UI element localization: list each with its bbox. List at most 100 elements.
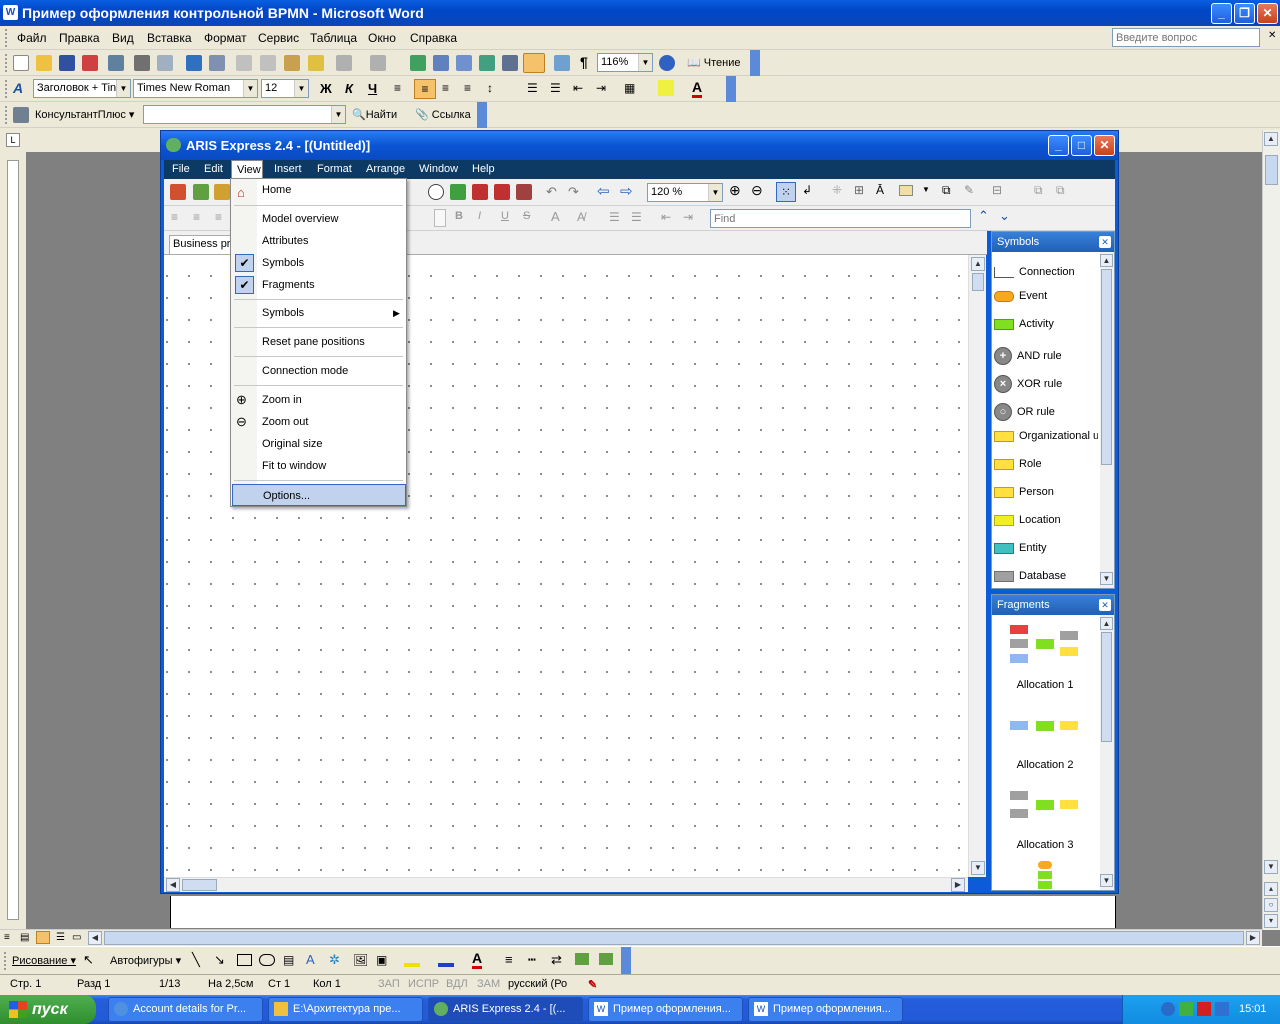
scroll-down-icon[interactable]: ▼ [1100,874,1113,887]
grip-handle[interactable] [5,54,8,72]
text-format-icon[interactable]: Ā [876,183,884,197]
symbol-location[interactable]: Location [994,509,1098,531]
document-map-icon[interactable] [554,55,570,71]
forward-icon[interactable]: ⇨ [620,182,633,200]
highlight-icon[interactable] [658,80,674,96]
export-icon[interactable] [450,184,466,200]
open-icon[interactable] [36,55,52,71]
menu-item-attributes[interactable]: Attributes [232,230,405,252]
fill-dropdown-icon[interactable]: ▼ [922,185,930,194]
task-word-2[interactable]: W Пример оформления... [748,997,903,1022]
find-next-icon[interactable]: ⌄ [999,208,1010,224]
underline-button[interactable]: Ч [368,81,377,96]
picture-icon[interactable]: ▣ [376,953,387,967]
zoom-combo[interactable]: 116% ▼ [597,53,653,72]
oval-icon[interactable] [259,954,275,966]
font-size-combo[interactable]: 12 ▼ [261,79,309,98]
permission-icon[interactable] [82,55,98,71]
scroll-right-icon[interactable]: ▶ [1246,931,1260,945]
autoshapes-menu[interactable]: Автофигуры ▾ [110,954,181,967]
help-icon[interactable] [659,55,675,71]
aris-menu-view[interactable]: View [231,160,263,179]
symbol-or-rule[interactable]: ○ OR rule [994,401,1098,423]
tray-network-icon[interactable] [1215,1002,1229,1016]
styles-icon[interactable]: A [13,80,23,96]
find-prev-icon[interactable]: ⌃ [978,208,989,224]
scroll-thumb[interactable] [1265,155,1278,185]
decrease-indent-icon[interactable]: ⇤ [661,210,671,224]
3d-icon[interactable] [599,953,613,965]
model-tab[interactable]: Business pro [169,235,239,254]
aris-menu-insert[interactable]: Insert [274,160,302,179]
status-ovr[interactable]: ЗАМ [477,978,500,990]
next-page-icon[interactable]: ▾ [1264,914,1278,928]
maximize-icon[interactable]: □ [1071,135,1092,156]
increase-indent-icon[interactable]: ⇥ [683,210,693,224]
insert-table-icon[interactable] [456,55,472,71]
symbol-event[interactable]: Event [994,285,1098,307]
email-icon[interactable] [108,55,124,71]
group-icon[interactable]: ⧉ [1034,183,1043,198]
symbol-database[interactable]: Database [994,565,1098,587]
diagram-icon[interactable]: ✲ [329,952,340,968]
allocation-2-preview[interactable] [1010,719,1082,733]
save-icon[interactable] [59,55,75,71]
canvas-vscroll[interactable]: ▲ ▼ [968,255,986,877]
line-style-icon[interactable]: ≡ [505,952,513,967]
symbol-org-unit[interactable]: Organizational ui [994,425,1098,447]
maximize-icon[interactable]: ❐ [1234,3,1255,24]
grid-icon[interactable]: ⁙ [776,182,796,202]
scroll-left-icon[interactable]: ◀ [166,878,180,892]
allocation-3-preview[interactable] [1010,791,1082,827]
grip-handle[interactable] [5,29,8,47]
fragments-scrollbar[interactable]: ▲ ▼ [1100,615,1114,890]
connection-mode-icon[interactable]: ↲ [802,183,812,197]
scroll-up-icon[interactable]: ▲ [1100,617,1113,630]
numbering-icon[interactable]: ☰ [609,210,620,224]
link-button[interactable]: 📎 Ссылка [415,108,471,121]
normal-view-icon[interactable]: ≡ [4,932,10,943]
grip-handle[interactable] [5,106,8,124]
reading-button[interactable]: 📖 Чтение [687,56,740,69]
menu-window[interactable]: Окно [368,26,396,50]
symbol-activity[interactable]: Activity [994,313,1098,335]
scroll-up-icon[interactable]: ▲ [1264,132,1278,146]
task-explorer[interactable]: E:\Архитектура пре... [268,997,423,1022]
font-color-icon[interactable]: A [551,209,560,224]
line-color-icon[interactable] [438,953,454,967]
undo-icon[interactable]: ↶ [546,184,557,200]
tables-borders-icon[interactable] [433,55,449,71]
browse-object-icon[interactable]: ○ [1264,898,1278,912]
align-left-icon[interactable]: ≡ [171,210,178,224]
justify-icon[interactable]: ≡ [464,81,471,95]
menu-item-zoom-in[interactable]: ⊕ Zoom in [232,389,405,411]
zoom-in-icon[interactable]: ⊕ [729,182,741,199]
align-center-icon[interactable]: ≡ [414,79,436,99]
symbols-scrollbar[interactable]: ▲ ▼ [1100,252,1114,588]
print-preview-icon[interactable] [157,55,173,71]
print-icon[interactable] [516,184,532,200]
menu-item-fragments-pane[interactable]: ✔ Fragments [232,274,405,296]
menu-item-fit-to-window[interactable]: Fit to window [232,455,405,477]
menu-item-zoom-out[interactable]: ⊖ Zoom out [232,411,405,433]
status-rec[interactable]: ЗАП [378,978,400,990]
web-view-icon[interactable]: ▤ [20,932,29,943]
drawing-menu[interactable]: Рисование ▾ [12,954,76,967]
start-button[interactable]: пуск [0,995,96,1024]
numbering-icon[interactable]: ☰ [527,81,538,95]
align-right-icon[interactable]: ≡ [215,210,222,224]
menu-table[interactable]: Таблица [310,26,357,50]
outline-view-icon[interactable]: ☰ [56,932,65,943]
select-objects-icon[interactable]: ↖ [83,952,94,968]
align-icon[interactable]: ⊞ [854,183,864,197]
close-icon[interactable]: ✕ [1257,3,1278,24]
toolbar-options-icon[interactable] [621,947,631,974]
close-icon[interactable]: ✕ [1099,599,1111,611]
symbol-entity[interactable]: Entity [994,537,1098,559]
bold-icon[interactable]: B [455,210,463,222]
consultant-search-combo[interactable]: ▼ [143,105,346,124]
find-input[interactable] [710,209,971,228]
allocation-1-preview[interactable] [1010,625,1082,667]
info-icon[interactable] [428,184,444,200]
menu-item-original-size[interactable]: Original size [232,433,405,455]
